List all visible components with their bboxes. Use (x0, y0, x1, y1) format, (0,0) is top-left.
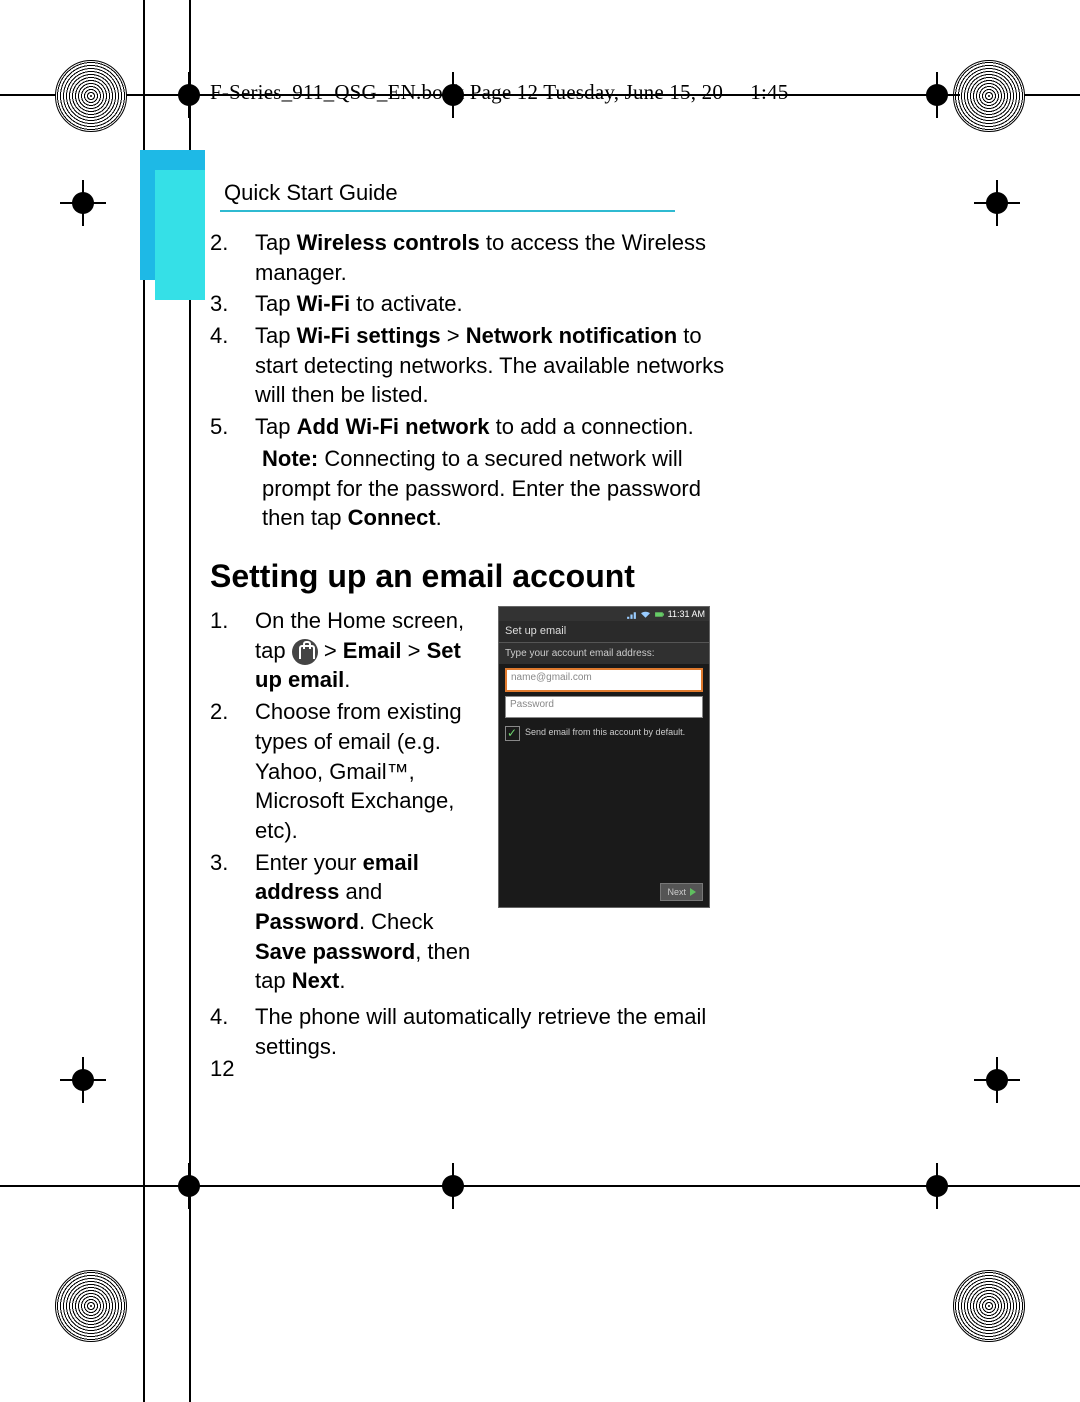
file-header-time: 1:45 (750, 80, 788, 104)
note-block: Note: Connecting to a secured network wi… (262, 444, 730, 533)
two-column-layout: 1. On the Home screen, tap > Email > Set… (210, 606, 730, 998)
crop-cross-icon (60, 1057, 106, 1103)
content-area: F-Series_911_QSG_EN.book Page 12 Tuesday… (210, 80, 960, 1282)
registration-mark-icon (55, 1270, 127, 1342)
phone-screenshot: 11:31 AM Set up email Type your account … (498, 606, 710, 908)
list-item: 5. Tap Add Wi-Fi network to add a connec… (210, 412, 730, 442)
section-title: Quick Start Guide (224, 180, 398, 206)
step-text: Tap Wi-Fi to activate. (255, 289, 730, 319)
phone-next-button: Next (660, 883, 703, 901)
phone-screen-title: Set up email (499, 621, 709, 643)
body-text: 2. Tap Wireless controls to access the W… (210, 228, 730, 1063)
phone-time: 11:31 AM (668, 608, 705, 620)
phone-instruction: Type your account email address: (499, 643, 709, 665)
tab-decoration (155, 170, 205, 300)
crop-cross-icon (974, 180, 1020, 226)
phone-password-input: Password (505, 696, 703, 718)
list-item: 3. Enter your email address and Password… (210, 848, 480, 996)
phone-checkbox-label: Send email from this account by default. (525, 726, 685, 741)
launcher-icon (292, 639, 318, 665)
step-text: Choose from existing types of email (e.g… (255, 697, 480, 845)
step-text: On the Home screen, tap > Email > Set up… (255, 606, 480, 695)
crop-cross-icon (166, 1163, 212, 1209)
page: F-Series_911_QSG_EN.book Page 12 Tuesday… (0, 0, 1080, 1402)
step-text: Tap Wireless controls to access the Wire… (255, 228, 730, 287)
step-number: 4. (210, 1002, 255, 1061)
list-item: 2. Choose from existing types of email (… (210, 697, 480, 845)
phone-next-label: Next (667, 886, 686, 898)
email-steps-list-continued: 4. The phone will automatically retrieve… (210, 1002, 730, 1061)
registration-mark-icon (953, 1270, 1025, 1342)
phone-screenshot-col: 11:31 AM Set up email Type your account … (498, 606, 710, 908)
email-steps-col: 1. On the Home screen, tap > Email > Set… (210, 606, 480, 998)
step-text: The phone will automatically retrieve th… (255, 1002, 730, 1061)
registration-mark-icon (55, 60, 127, 132)
step-number: 2. (210, 697, 255, 845)
arrow-right-icon (690, 888, 696, 896)
step-text: Tap Add Wi-Fi network to add a connectio… (255, 412, 730, 442)
phone-statusbar: 11:31 AM (499, 607, 709, 621)
list-item: 3. Tap Wi-Fi to activate. (210, 289, 730, 319)
step-number: 3. (210, 289, 255, 319)
step-number: 1. (210, 606, 255, 695)
list-item: 2. Tap Wireless controls to access the W… (210, 228, 730, 287)
registration-mark-icon (953, 60, 1025, 132)
step-text: Enter your email address and Password. C… (255, 848, 480, 996)
email-steps-list: 1. On the Home screen, tap > Email > Set… (210, 606, 480, 996)
list-item: 1. On the Home screen, tap > Email > Set… (210, 606, 480, 695)
battery-icon (654, 609, 665, 620)
heading-email-setup: Setting up an email account (210, 555, 730, 598)
crop-cross-icon (974, 1057, 1020, 1103)
crop-cross-icon (166, 72, 212, 118)
note-text: Connecting to a secured network will pro… (262, 446, 701, 530)
step-number: 5. (210, 412, 255, 442)
step-number: 2. (210, 228, 255, 287)
page-number: 12 (210, 1054, 234, 1084)
phone-checkbox-row: Send email from this account by default. (499, 722, 709, 745)
note-label: Note: (262, 446, 318, 471)
phone-email-input: name@gmail.com (505, 668, 703, 692)
file-header: F-Series_911_QSG_EN.book Page 12 Tuesday… (210, 80, 788, 104)
wifi-steps-list: 2. Tap Wireless controls to access the W… (210, 228, 730, 442)
crop-cross-icon (60, 180, 106, 226)
file-header-text: F-Series_911_QSG_EN.book Page 12 Tuesday… (210, 80, 723, 104)
step-text: Tap Wi-Fi settings > Network notificatio… (255, 321, 730, 410)
list-item: 4. The phone will automatically retrieve… (210, 1002, 730, 1061)
checkbox-icon (505, 726, 520, 741)
wifi-icon (640, 609, 651, 620)
list-item: 4. Tap Wi-Fi settings > Network notifica… (210, 321, 730, 410)
divider (220, 210, 675, 212)
step-number: 3. (210, 848, 255, 996)
signal-icon (626, 609, 637, 620)
step-number: 4. (210, 321, 255, 410)
